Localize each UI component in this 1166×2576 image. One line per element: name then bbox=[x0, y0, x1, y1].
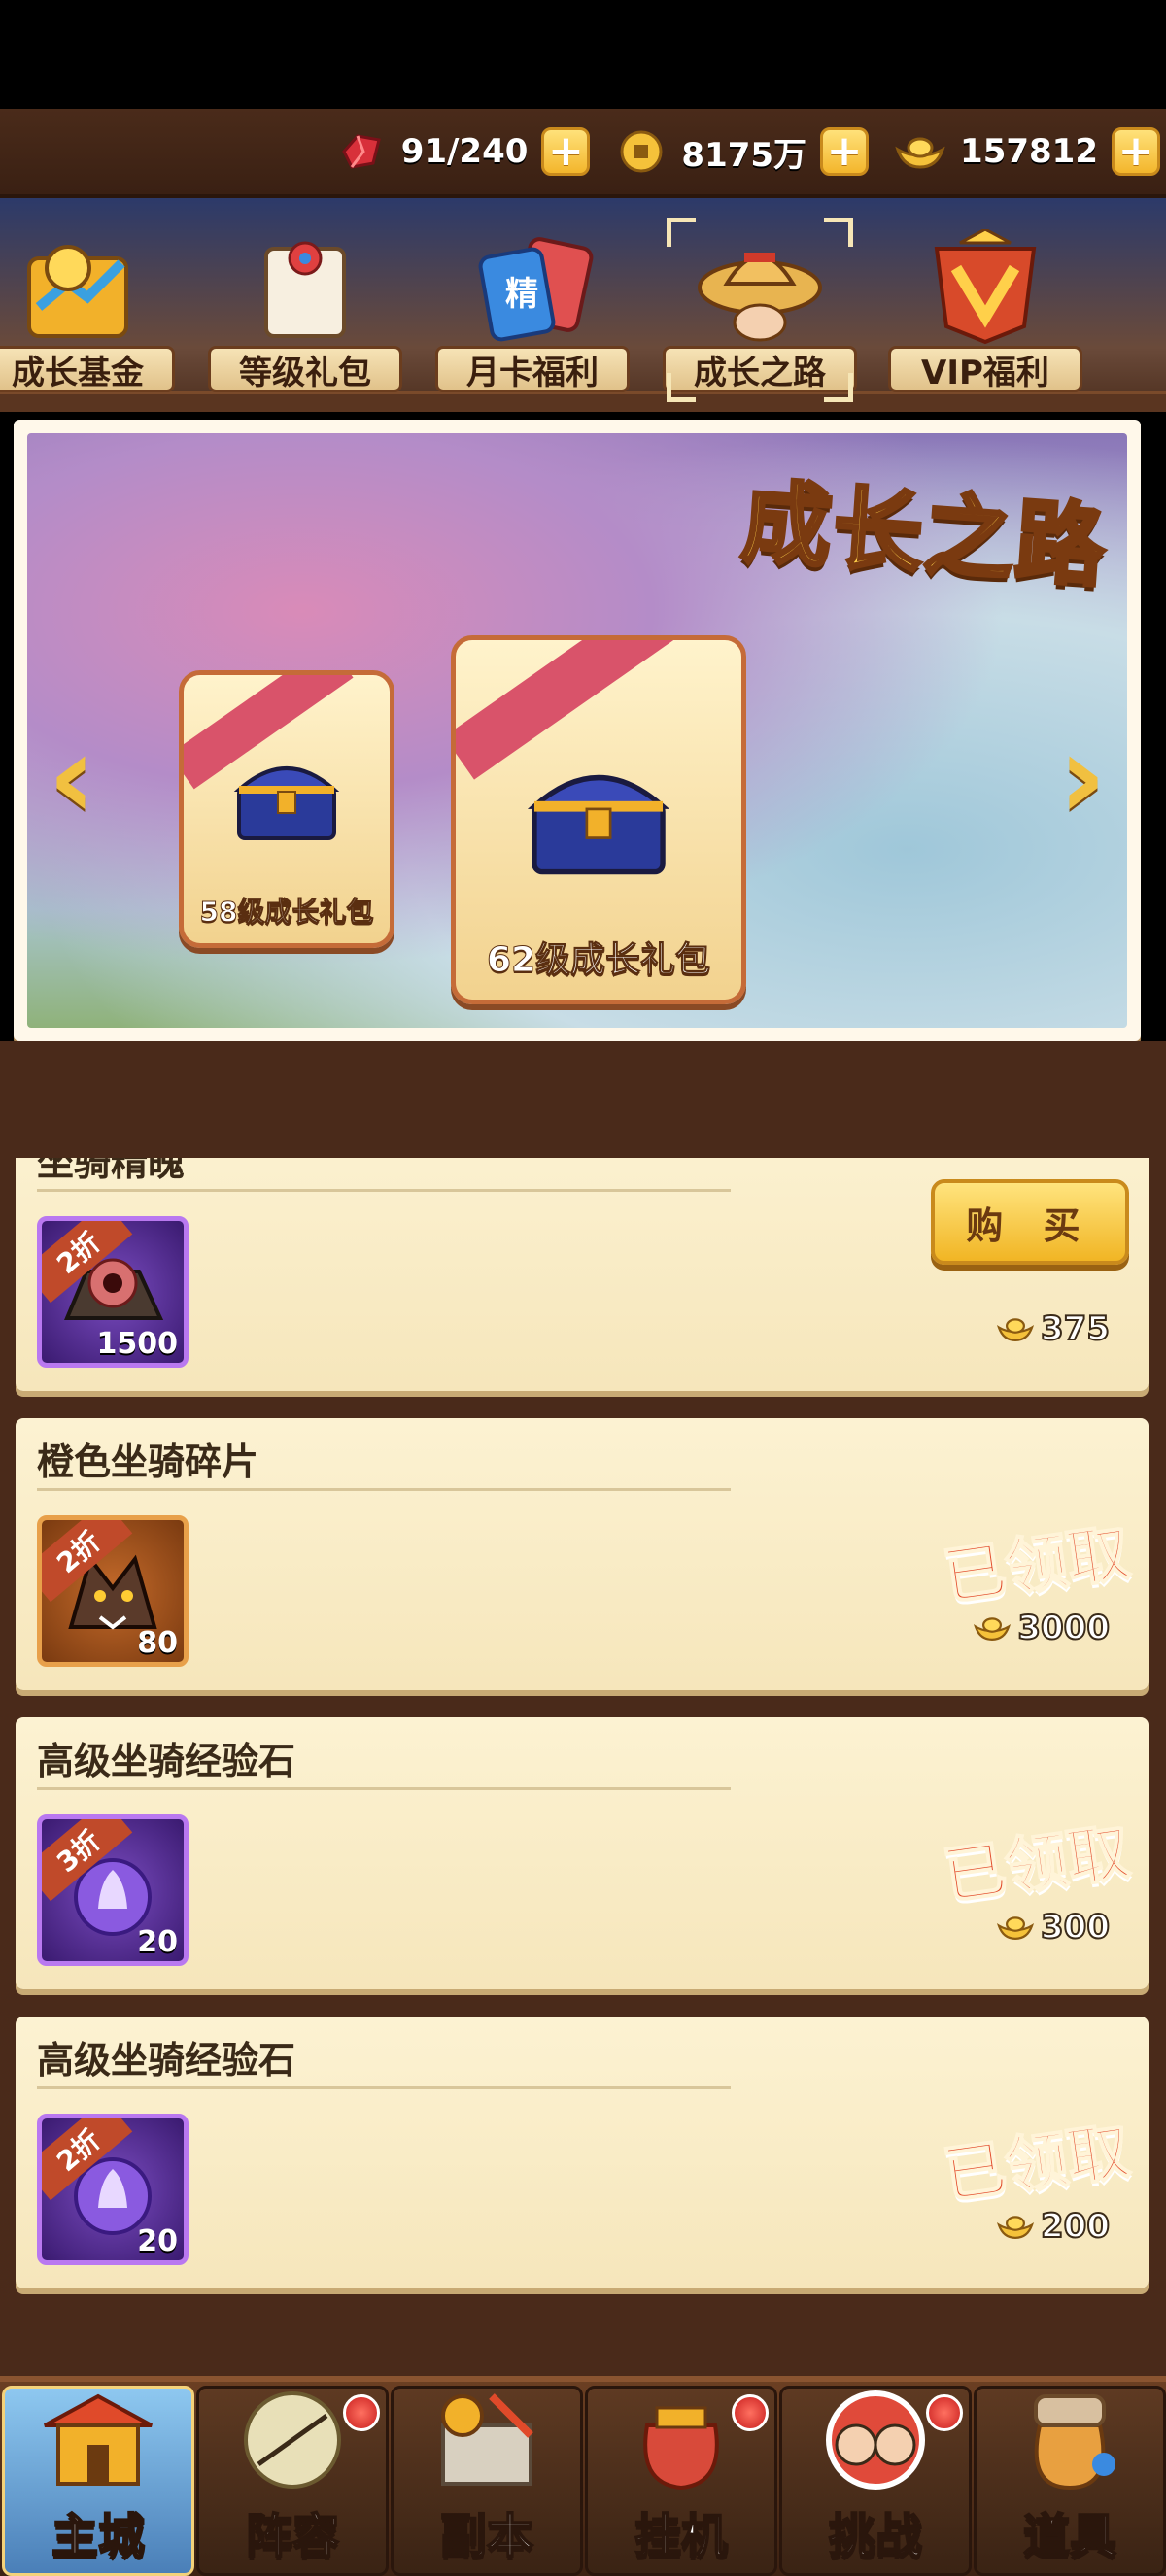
svg-text:精: 精 bbox=[505, 275, 538, 314]
fan-icon bbox=[229, 2387, 356, 2493]
reward-list[interactable]: 坐骑精魄 2折 1500 购 买 375 橙色坐骑碎片 2折 80 已领取 30… bbox=[0, 1158, 1166, 2335]
item-title: 橙色坐骑碎片 bbox=[37, 1441, 259, 1483]
nav-label: 主城 bbox=[51, 2508, 146, 2564]
resource-stamina: 91/240 + bbox=[335, 120, 591, 183]
list-item: 坐骑精魄 2折 1500 购 买 375 bbox=[16, 1158, 1149, 1391]
tab-label: 等级礼包 bbox=[208, 346, 402, 392]
gold-ingot-icon bbox=[996, 2216, 1035, 2239]
nav-label: 挑战 bbox=[828, 2508, 923, 2564]
pouch-icon bbox=[1007, 2387, 1133, 2493]
item-title: 坐骑精魄 bbox=[37, 1158, 186, 1184]
growth-fund-icon bbox=[10, 229, 146, 346]
gold-ingot-icon bbox=[894, 125, 946, 178]
price: 300 bbox=[996, 1907, 1111, 1948]
treasure-chest-icon bbox=[233, 753, 340, 846]
nav-label: 副本 bbox=[439, 2508, 534, 2564]
add-gold-button[interactable]: + bbox=[1112, 127, 1160, 176]
bottom-nav: 主城 阵容 副本 挂机 挑战 道具 bbox=[0, 2376, 1166, 2576]
nav-dungeon[interactable]: 副本 bbox=[391, 2386, 583, 2576]
purple-flame-orb-icon[interactable]: 3折 20 bbox=[37, 1814, 189, 1966]
claimed-stamp: 已领取 bbox=[939, 1815, 1135, 1915]
gold-ingot-icon bbox=[996, 1318, 1035, 1341]
item-count: 1500 bbox=[96, 1327, 179, 1361]
item-count: 20 bbox=[137, 1925, 178, 1959]
price-value: 300 bbox=[1040, 1907, 1111, 1948]
scroll-icon bbox=[237, 229, 373, 346]
tab-growth-fund[interactable]: 成长基金 bbox=[0, 218, 175, 402]
copper-coin-icon bbox=[615, 125, 668, 178]
resource-copper: 8175万 + bbox=[615, 120, 870, 183]
claimed-stamp: 已领取 bbox=[939, 1516, 1135, 1615]
purple-flame-orb-icon[interactable]: 2折 20 bbox=[37, 2114, 189, 2265]
tab-level-pack[interactable]: 等级礼包 bbox=[208, 218, 402, 402]
stamina-value: 91/240 bbox=[400, 132, 529, 171]
item-count: 20 bbox=[137, 2224, 178, 2258]
tab-growth-road[interactable]: 成长之路 bbox=[663, 218, 857, 402]
add-stamina-button[interactable]: + bbox=[541, 127, 591, 176]
nav-items[interactable]: 道具 bbox=[974, 2386, 1166, 2576]
claimed-stamp: 已领取 bbox=[939, 2115, 1135, 2214]
nav-idle[interactable]: 挂机 bbox=[585, 2386, 777, 2576]
next-arrow-button[interactable]: › bbox=[1051, 720, 1114, 836]
list-item: 高级坐骑经验石 2折 20 已领取 200 bbox=[16, 2017, 1149, 2288]
buy-button[interactable]: 购 买 bbox=[931, 1179, 1129, 1265]
growth-road-banner: 成长之路 ‹ › 58级成长礼包 62级成长礼包 bbox=[14, 420, 1141, 1041]
gold-ingot-icon bbox=[996, 1916, 1035, 1940]
list-item: 高级坐骑经验石 3折 20 已领取 300 bbox=[16, 1717, 1149, 1989]
wolf-mount-shard-icon[interactable]: 2折 80 bbox=[37, 1515, 189, 1667]
vip-crest-icon bbox=[917, 227, 1053, 346]
add-copper-button[interactable]: + bbox=[820, 127, 870, 176]
status-area bbox=[0, 0, 1166, 109]
reward-list-area: 坐骑精魄 2折 1500 购 买 375 橙色坐骑碎片 2折 80 已领取 30… bbox=[0, 1041, 1166, 2382]
tab-label: 成长基金 bbox=[0, 346, 175, 392]
gold-ingot-icon bbox=[974, 1617, 1012, 1641]
pack-label: 62级成长礼包 bbox=[486, 940, 711, 981]
treasure-chest-icon bbox=[526, 757, 671, 881]
tab-vip-welfare[interactable]: VIP福利 bbox=[888, 218, 1082, 402]
nav-label: 挂机 bbox=[634, 2508, 729, 2564]
palace-icon bbox=[35, 2387, 161, 2493]
month-card-icon: 精 bbox=[464, 229, 600, 346]
item-title: 高级坐骑经验石 bbox=[37, 1740, 296, 1782]
list-item: 橙色坐骑碎片 2折 80 已领取 3000 bbox=[16, 1418, 1149, 1690]
gold-value: 157812 bbox=[960, 132, 1098, 171]
copper-value: 8175万 bbox=[681, 135, 807, 175]
pack-label: 58级成长礼包 bbox=[199, 896, 374, 929]
tab-label: VIP福利 bbox=[888, 346, 1082, 392]
price-value: 3000 bbox=[1016, 1608, 1111, 1648]
mount-soul-icon[interactable]: 2折 1500 bbox=[37, 1216, 189, 1368]
resource-gold: 157812 + bbox=[894, 120, 1160, 183]
price: 375 bbox=[996, 1308, 1111, 1349]
price: 200 bbox=[996, 2206, 1111, 2247]
nav-challenge[interactable]: 挑战 bbox=[779, 2386, 972, 2576]
item-count: 80 bbox=[137, 1626, 178, 1660]
duel-icon bbox=[812, 2387, 939, 2493]
growth-road-icon bbox=[692, 229, 828, 346]
pack-card-58[interactable]: 58级成长礼包 bbox=[179, 670, 394, 948]
prev-arrow-button[interactable]: ‹ bbox=[41, 720, 103, 836]
banner-title: 成长之路 bbox=[737, 468, 1113, 601]
pack-card-62[interactable]: 62级成长礼包 bbox=[451, 635, 746, 1004]
nav-label: 阵容 bbox=[245, 2508, 340, 2564]
dungeon-icon bbox=[424, 2387, 550, 2493]
price: 3000 bbox=[973, 1608, 1111, 1648]
welfare-tab-strip: 成长基金 等级礼包 精 月卡福利 成长之路 VIP福利 bbox=[0, 198, 1166, 412]
nav-lineup[interactable]: 阵容 bbox=[196, 2386, 389, 2576]
tab-month-card[interactable]: 精 月卡福利 bbox=[435, 218, 630, 402]
price-value: 200 bbox=[1040, 2206, 1111, 2247]
banner-scene: 成长之路 ‹ › 58级成长礼包 62级成长礼包 bbox=[27, 433, 1127, 1028]
tab-label: 月卡福利 bbox=[435, 346, 630, 392]
nav-main-city[interactable]: 主城 bbox=[2, 2386, 194, 2576]
treasure-bag-icon bbox=[618, 2387, 744, 2493]
resource-bar: 91/240 + 8175万 + 157812 + bbox=[0, 109, 1166, 198]
red-crystal-icon bbox=[335, 125, 388, 178]
price-value: 375 bbox=[1040, 1308, 1111, 1349]
nav-label: 道具 bbox=[1022, 2508, 1117, 2564]
item-title: 高级坐骑经验石 bbox=[37, 2039, 296, 2082]
